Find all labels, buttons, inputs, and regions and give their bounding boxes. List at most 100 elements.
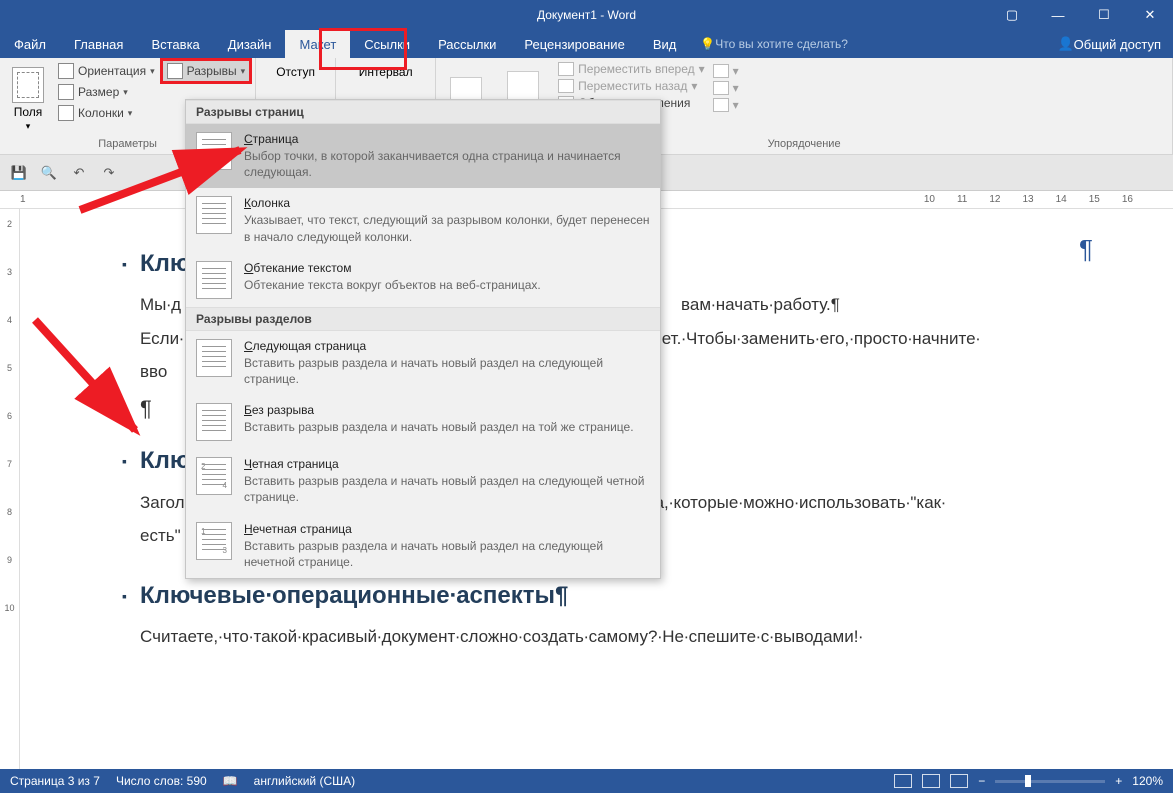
tab-layout[interactable]: Макет xyxy=(285,30,350,58)
ruler-left-segment: 1 xyxy=(20,194,26,205)
continuous-icon xyxy=(196,403,232,441)
tab-references[interactable]: Ссылки xyxy=(350,30,424,58)
print-layout-icon[interactable] xyxy=(922,774,940,788)
menu-item-odd-page[interactable]: 13 Нечетная страница Вставить разрыв раз… xyxy=(186,514,660,578)
size-label: Размер xyxy=(78,85,119,99)
bring-forward-icon xyxy=(558,62,574,76)
margins-icon xyxy=(12,67,44,103)
ruler-tick: 1 xyxy=(20,194,26,205)
read-mode-icon[interactable] xyxy=(894,774,912,788)
minimize-icon[interactable]: — xyxy=(1035,0,1081,30)
menu-item-desc: Вставить разрыв раздела и начать новый р… xyxy=(244,473,650,505)
close-icon[interactable]: ✕ xyxy=(1127,0,1173,30)
vruler-tick: 3 xyxy=(7,267,12,277)
menu-item-desc: Обтекание текста вокруг объектов на веб-… xyxy=(244,277,541,293)
menu-item-desc: Вставить разрыв раздела и начать новый р… xyxy=(244,419,634,435)
ruler-tick: 16 xyxy=(1122,194,1133,205)
menu-item-even-page[interactable]: 24 Четная страница Вставить разрыв разде… xyxy=(186,449,660,513)
rotate-icon xyxy=(713,98,729,112)
menu-item-title: Нечетная страница xyxy=(244,522,650,536)
zoom-thumb[interactable] xyxy=(1025,775,1031,787)
menu-item-title: Следующая страница xyxy=(244,339,650,353)
column-break-icon xyxy=(196,196,232,234)
orientation-label: Ориентация xyxy=(78,64,146,78)
zoom-out-icon[interactable]: − xyxy=(978,774,985,788)
ruler-tick: 10 xyxy=(924,194,935,205)
vruler-tick: 6 xyxy=(7,411,12,421)
ruler-tick: 14 xyxy=(1056,194,1067,205)
zoom-in-icon[interactable]: + xyxy=(1115,774,1122,788)
breaks-button[interactable]: Разрывы xyxy=(163,61,249,81)
orientation-icon xyxy=(58,63,74,79)
vruler-tick: 4 xyxy=(7,315,12,325)
web-layout-icon[interactable] xyxy=(950,774,968,788)
columns-label: Колонки xyxy=(78,106,124,120)
bring-forward-button[interactable]: Переместить вперед ▾ xyxy=(556,61,707,77)
menu-item-desc: Указывает, что текст, следующий за разры… xyxy=(244,212,650,244)
zoom-slider[interactable] xyxy=(995,780,1105,783)
group-icon xyxy=(713,81,729,95)
menu-item-desc: Выбор точки, в которой заканчивается одн… xyxy=(244,148,650,180)
send-backward-button[interactable]: Переместить назад ▾ xyxy=(556,78,707,94)
titlebar: Документ1 - Word ▢ — ☐ ✕ xyxy=(0,0,1173,30)
menu-item-continuous[interactable]: Без разрыва Вставить разрыв раздела и на… xyxy=(186,395,660,449)
vruler-tick: 9 xyxy=(7,555,12,565)
columns-button[interactable]: Колонки xyxy=(54,103,159,123)
ruler-tick: 11 xyxy=(957,194,967,205)
save-icon[interactable]: 💾 xyxy=(8,162,30,184)
tab-home[interactable]: Главная xyxy=(60,30,137,58)
tell-me-input[interactable]: 💡 Что вы хотите сделать? xyxy=(690,30,858,58)
tab-design[interactable]: Дизайн xyxy=(214,30,286,58)
even-page-icon: 24 xyxy=(196,457,232,495)
send-backward-icon xyxy=(558,79,574,93)
menu-item-text-wrapping-break[interactable]: Обтекание текстом Обтекание текста вокру… xyxy=(186,253,660,307)
window-controls: ▢ — ☐ ✕ xyxy=(989,0,1173,30)
dropdown-section-page-breaks: Разрывы страниц xyxy=(186,100,660,124)
group-button[interactable]: ▾ xyxy=(711,80,741,96)
vruler-tick: 8 xyxy=(7,507,12,517)
margins-label: Поля xyxy=(14,105,43,119)
align-icon xyxy=(713,64,729,78)
status-bar: Страница 3 из 7 Число слов: 590 📖 англий… xyxy=(0,769,1173,793)
send-backward-label: Переместить назад xyxy=(578,79,687,93)
wrap-icon xyxy=(507,71,539,103)
menu-item-page-break[interactable]: ССтраницатраница Выбор точки, в которой … xyxy=(186,124,660,188)
bring-forward-label: Переместить вперед xyxy=(578,62,694,76)
size-icon xyxy=(58,84,74,100)
redo-icon[interactable]: ↷ xyxy=(98,162,120,184)
align-button[interactable]: ▾ xyxy=(711,63,741,79)
breaks-label: Разрывы xyxy=(187,64,237,78)
menu-item-title: ССтраницатраница xyxy=(244,132,650,146)
maximize-icon[interactable]: ☐ xyxy=(1081,0,1127,30)
columns-icon xyxy=(58,105,74,121)
share-button[interactable]: 👤 Общий доступ xyxy=(1045,30,1173,58)
vertical-ruler[interactable]: 2 3 4 5 6 7 8 9 10 xyxy=(0,209,20,769)
margins-button[interactable]: Поля ▾ xyxy=(6,61,50,138)
window-title: Документ1 - Word xyxy=(537,8,636,22)
status-language[interactable]: английский (США) xyxy=(254,774,355,788)
status-page[interactable]: Страница 3 из 7 xyxy=(10,774,100,788)
menu-item-next-page[interactable]: Следующая страница Вставить разрыв разде… xyxy=(186,331,660,395)
size-button[interactable]: Размер xyxy=(54,82,159,102)
pilcrow-mark: ¶ xyxy=(1079,229,1093,271)
next-page-icon xyxy=(196,339,232,377)
tab-view[interactable]: Вид xyxy=(639,30,691,58)
rotate-button[interactable]: ▾ xyxy=(711,97,741,113)
menu-item-title: Без разрыва xyxy=(244,403,634,417)
print-preview-icon[interactable]: 🔍 xyxy=(38,162,60,184)
tab-insert[interactable]: Вставка xyxy=(137,30,213,58)
tab-review[interactable]: Рецензирование xyxy=(510,30,638,58)
status-words[interactable]: Число слов: 590 xyxy=(116,774,207,788)
ruler-right-segment: 10 11 12 13 14 15 16 xyxy=(924,194,1173,205)
zoom-level[interactable]: 120% xyxy=(1132,774,1163,788)
menu-item-column-break[interactable]: Колонка Указывает, что текст, следующий … xyxy=(186,188,660,252)
tab-file[interactable]: Файл xyxy=(0,30,60,58)
orientation-button[interactable]: Ориентация xyxy=(54,61,159,81)
status-proofing-icon[interactable]: 📖 xyxy=(223,774,238,788)
undo-icon[interactable]: ↶ xyxy=(68,162,90,184)
tell-me-label: Что вы хотите сделать? xyxy=(715,37,848,51)
vruler-tick: 2 xyxy=(7,219,12,229)
dropdown-section-section-breaks: Разрывы разделов xyxy=(186,307,660,331)
tab-mailings[interactable]: Рассылки xyxy=(424,30,510,58)
ribbon-display-icon[interactable]: ▢ xyxy=(989,0,1035,30)
